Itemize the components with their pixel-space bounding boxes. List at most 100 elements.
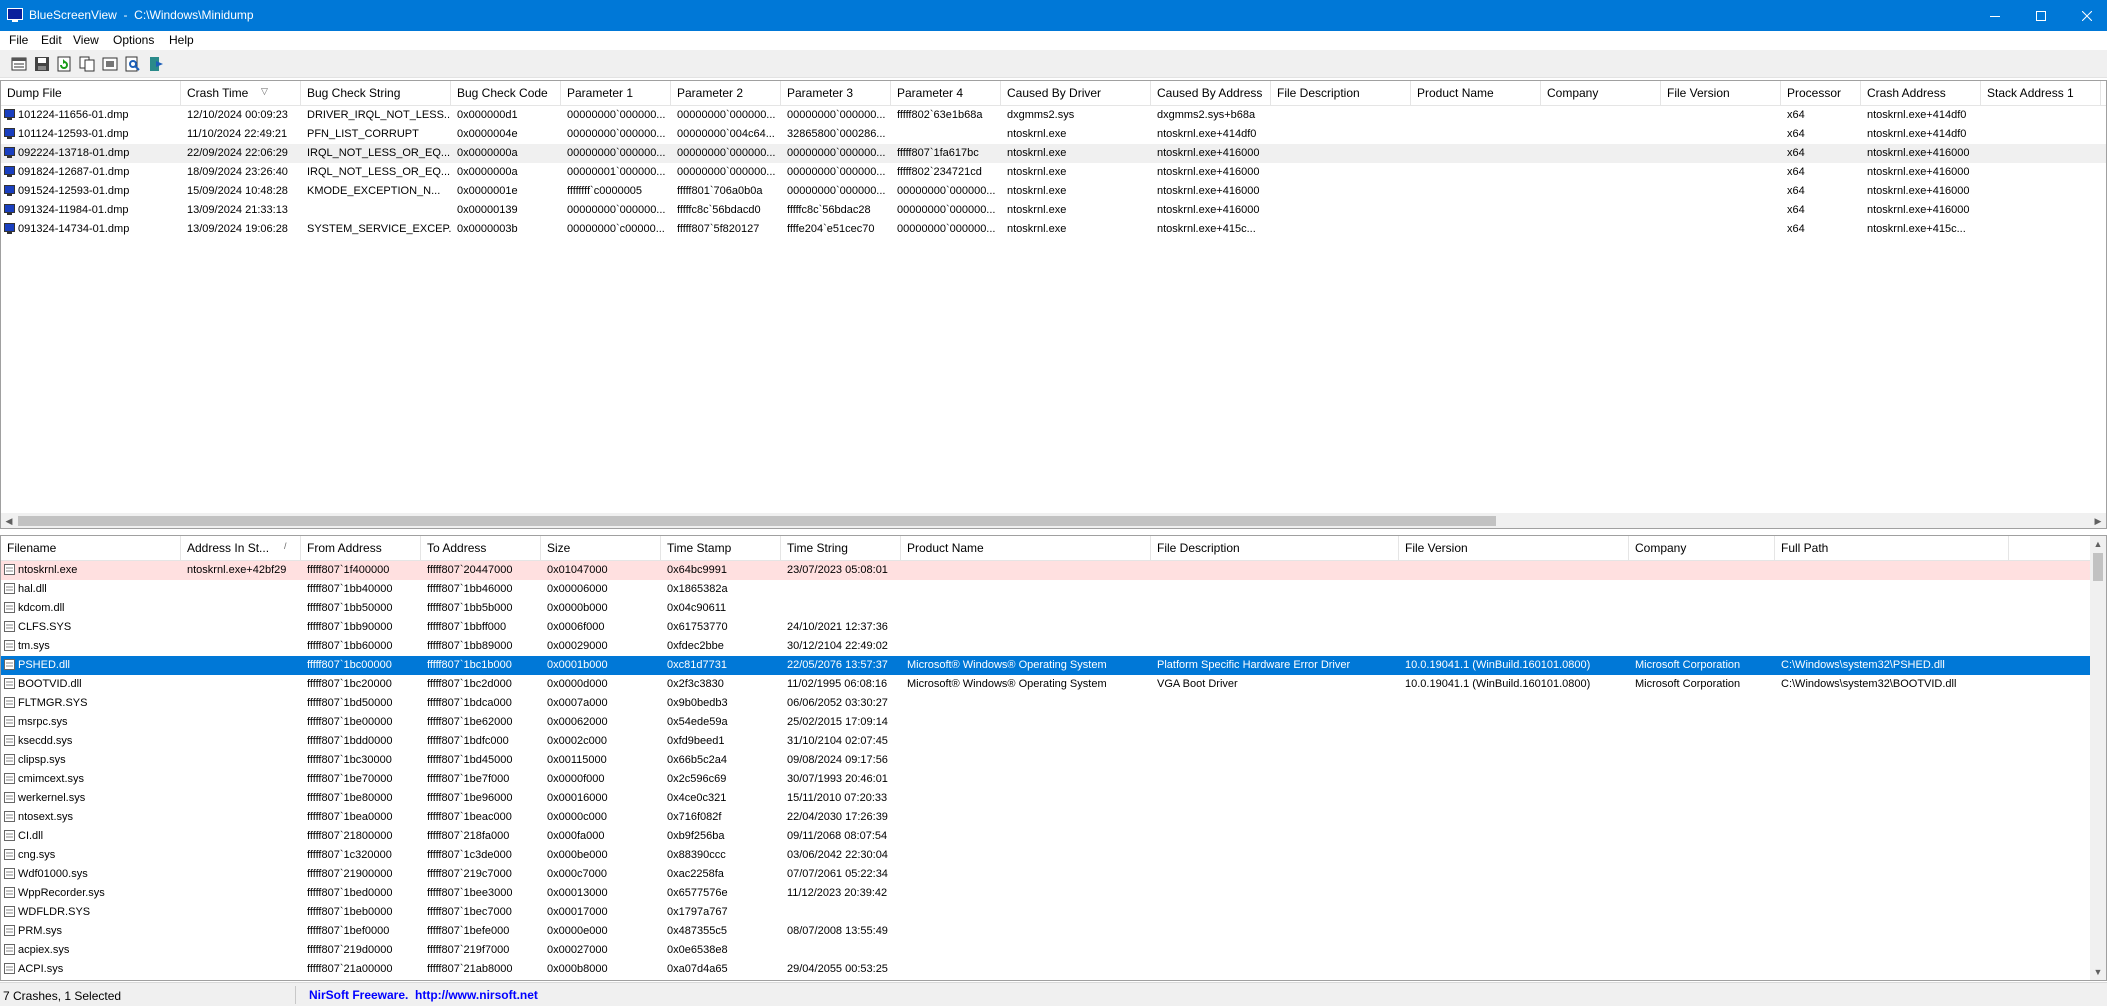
module-row[interactable]: cng.sys fffff807`1c320000 fffff807`1c3de00… <box>1 846 2106 865</box>
module-row[interactable]: werkernel.sys fffff807`1be80000 fffff807`1… <box>1 789 2106 808</box>
col-product-name[interactable]: Product Name <box>1411 81 1541 106</box>
dump-file-icon <box>4 147 15 158</box>
col-full-path[interactable]: Full Path <box>1775 536 2009 561</box>
crash-row[interactable]: 091824-12687-01.dmp 18/09/2024 23:26:40 IR… <box>1 163 2106 182</box>
menu-help[interactable]: Help <box>169 33 194 47</box>
crash-row[interactable]: 091524-12593-01.dmp 15/09/2024 10:48:28 KM… <box>1 182 2106 201</box>
scroll-down-icon[interactable]: ▼ <box>2090 964 2106 980</box>
col-crash-address[interactable]: Crash Address <box>1861 81 1981 106</box>
col-bug-check-code[interactable]: Bug Check Code <box>451 81 561 106</box>
module-row[interactable]: ntoskrnl.exe ntoskrnl.exe+42bf29 fffff807`… <box>1 561 2106 580</box>
module-list-vscroll-thumb[interactable] <box>2093 553 2103 581</box>
module-row[interactable]: clipsp.sys fffff807`1bc30000 fffff807`1bd4… <box>1 751 2106 770</box>
col-parameter-4[interactable]: Parameter 4 <box>891 81 1001 106</box>
col-bug-check-string[interactable]: Bug Check String <box>301 81 451 106</box>
cell-company <box>1629 637 1775 656</box>
cell-text: 0x64bc9991 <box>667 564 727 576</box>
close-button[interactable] <box>2064 0 2107 31</box>
module-list-vscrollbar[interactable]: ▲ ▼ <box>2090 536 2106 980</box>
crash-list[interactable]: Dump File Crash Time ▽ Bug Check String B… <box>0 80 2107 529</box>
col-caused-by-address[interactable]: Caused By Address <box>1151 81 1271 106</box>
col-from-address[interactable]: From Address <box>301 536 421 561</box>
copy-button[interactable] <box>78 55 96 73</box>
properties-button[interactable] <box>10 55 28 73</box>
module-row[interactable]: acpiex.sys fffff807`219d0000 fffff807`219f… <box>1 941 2106 960</box>
module-row[interactable]: ntosext.sys fffff807`1bea0000 fffff807`1be… <box>1 808 2106 827</box>
col-size[interactable]: Size <box>541 536 661 561</box>
cell-file-version <box>1399 884 1629 903</box>
dump-file-icon <box>4 185 15 196</box>
col-to-address[interactable]: To Address <box>421 536 541 561</box>
col-time-stamp[interactable]: Time Stamp <box>661 536 781 561</box>
crash-row[interactable]: 091324-14734-01.dmp 13/09/2024 19:06:28 SY… <box>1 220 2106 239</box>
col-product-name[interactable]: Product Name <box>901 536 1151 561</box>
cell-text: 091324-11984-01.dmp <box>18 204 129 216</box>
col-file-version[interactable]: File Version <box>1399 536 1629 561</box>
module-row[interactable]: ksecdd.sys fffff807`1bdd0000 fffff807`1bdf… <box>1 732 2106 751</box>
cell-file-description <box>1151 637 1399 656</box>
col-filename[interactable]: Filename <box>1 536 181 561</box>
col-file-description[interactable]: File Description <box>1271 81 1411 106</box>
cell-file-version <box>1661 182 1781 201</box>
minimize-button[interactable] <box>1972 0 2018 31</box>
module-row[interactable]: CLFS.SYS fffff807`1bb90000 fffff807`1bbff0… <box>1 618 2106 637</box>
cell-file-description <box>1151 713 1399 732</box>
scroll-up-icon[interactable]: ▲ <box>2090 536 2106 552</box>
col-address-in-stack[interactable]: Address In St... / <box>181 536 301 561</box>
menu-edit[interactable]: Edit <box>41 33 62 47</box>
module-row[interactable]: FLTMGR.SYS fffff807`1bd50000 fffff807`1bdc… <box>1 694 2106 713</box>
nirsoft-link[interactable]: NirSoft Freeware. http://www.nirsoft.net <box>309 988 538 1002</box>
crash-row[interactable]: 091324-11984-01.dmp 13/09/2024 21:33:13 0x… <box>1 201 2106 220</box>
module-row[interactable]: msrpc.sys fffff807`1be00000 fffff807`1be62… <box>1 713 2106 732</box>
find-button[interactable] <box>124 55 142 73</box>
col-parameter-2[interactable]: Parameter 2 <box>671 81 781 106</box>
module-row[interactable]: ACPI.sys fffff807`21a00000 fffff807`21ab80… <box>1 960 2106 979</box>
col-processor[interactable]: Processor <box>1781 81 1861 106</box>
module-row[interactable]: tm.sys fffff807`1bb60000 fffff807`1bb89000… <box>1 637 2106 656</box>
module-row[interactable]: WDFLDR.SYS fffff807`1beb0000 fffff807`1bec… <box>1 903 2106 922</box>
menu-options[interactable]: Options <box>113 33 154 47</box>
cell-file-description <box>1271 220 1411 239</box>
menu-view[interactable]: View <box>73 33 99 47</box>
module-row[interactable]: Wdf01000.sys fffff807`21900000 fffff807`21… <box>1 865 2106 884</box>
advanced-options-button[interactable] <box>101 55 119 73</box>
col-company[interactable]: Company <box>1629 536 1775 561</box>
scroll-right-icon[interactable]: ▶ <box>2090 513 2106 528</box>
refresh-button[interactable] <box>55 55 73 73</box>
exit-icon <box>150 57 163 71</box>
col-company[interactable]: Company <box>1541 81 1661 106</box>
module-row[interactable]: PSHED.dll fffff807`1bc00000 fffff807`1bc1b… <box>1 656 2106 675</box>
crash-list-hscrollbar[interactable]: ◀ ▶ <box>1 513 2106 528</box>
module-row[interactable]: hal.dll fffff807`1bb40000 fffff807`1bb4600… <box>1 580 2106 599</box>
crash-row[interactable]: 101224-11656-01.dmp 12/10/2024 00:09:23 DR… <box>1 106 2106 125</box>
col-parameter-3[interactable]: Parameter 3 <box>781 81 891 106</box>
cell-parameter-4: 00000000`000000... <box>891 182 1001 201</box>
col-crash-time[interactable]: Crash Time ▽ <box>181 81 301 106</box>
module-row[interactable]: PRM.sys fffff807`1bef0000 fffff807`1befe00… <box>1 922 2106 941</box>
module-row[interactable]: BOOTVID.dll fffff807`1bc20000 fffff807`1bc… <box>1 675 2106 694</box>
scroll-left-icon[interactable]: ◀ <box>1 513 17 528</box>
col-file-version[interactable]: File Version <box>1661 81 1781 106</box>
module-list[interactable]: Filename Address In St... / From Address … <box>0 535 2107 981</box>
save-button[interactable] <box>33 55 51 73</box>
cell-filename: ACPI.sys <box>1 960 181 979</box>
module-row[interactable]: WppRecorder.sys fffff807`1bed0000 fffff807… <box>1 884 2106 903</box>
module-row[interactable]: CI.dll fffff807`21800000 fffff807`218fa000… <box>1 827 2106 846</box>
crash-row[interactable]: 092224-13718-01.dmp 22/09/2024 22:06:29 IR… <box>1 144 2106 163</box>
module-row[interactable]: cmimcext.sys fffff807`1be70000 fffff807`1b… <box>1 770 2106 789</box>
cell-text: ntoskrnl.exe+416000 <box>1157 166 1260 178</box>
maximize-button[interactable] <box>2018 0 2064 31</box>
module-row[interactable]: kdcom.dll fffff807`1bb50000 fffff807`1bb5b… <box>1 599 2106 618</box>
col-parameter-1[interactable]: Parameter 1 <box>561 81 671 106</box>
menu-file[interactable]: File <box>9 33 28 47</box>
exit-button[interactable] <box>147 55 165 73</box>
col-dump-file[interactable]: Dump File <box>1 81 181 106</box>
crash-list-hscroll-thumb[interactable] <box>18 516 1496 526</box>
crash-row[interactable]: 101124-12593-01.dmp 11/10/2024 22:49:21 PF… <box>1 125 2106 144</box>
col-caused-by-driver[interactable]: Caused By Driver <box>1001 81 1151 106</box>
col-stack-address-1[interactable]: Stack Address 1 <box>1981 81 2101 106</box>
cell-crash-address: ntoskrnl.exe+416000 <box>1861 182 1981 201</box>
cell-time-stamp: 0x4ce0c321 <box>661 789 781 808</box>
col-file-description[interactable]: File Description <box>1151 536 1399 561</box>
col-time-string[interactable]: Time String <box>781 536 901 561</box>
